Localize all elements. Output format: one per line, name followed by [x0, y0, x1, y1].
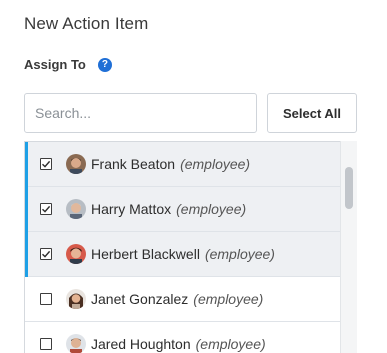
- employee-role: (employee): [180, 156, 251, 172]
- employee-name: Jared Houghton: [91, 336, 191, 352]
- checkbox-checked-icon[interactable]: [40, 203, 52, 215]
- assign-to-label: Assign To: [24, 57, 86, 72]
- employee-role: (employee): [204, 246, 275, 262]
- avatar: [66, 244, 86, 264]
- employee-name: Herbert Blackwell: [91, 246, 200, 262]
- employee-name: Harry Mattox: [91, 201, 172, 217]
- employee-list-item[interactable]: Frank Beaton (employee): [25, 142, 356, 187]
- employee-name: Frank Beaton: [91, 156, 176, 172]
- assign-to-row: Assign To ?: [24, 57, 112, 72]
- checkbox-checked-icon[interactable]: [40, 158, 52, 170]
- select-all-button[interactable]: Select All: [267, 93, 357, 133]
- avatar: [66, 289, 86, 309]
- scrollbar-thumb[interactable]: [345, 167, 353, 209]
- checkbox-unchecked-icon[interactable]: [40, 338, 52, 350]
- search-input[interactable]: [24, 93, 257, 133]
- checkbox-checked-icon[interactable]: [40, 248, 52, 260]
- help-icon[interactable]: ?: [97, 57, 112, 72]
- avatar: [66, 154, 86, 174]
- employee-list-item[interactable]: Harry Mattox (employee): [25, 187, 356, 232]
- employee-list-item[interactable]: Herbert Blackwell (employee): [25, 232, 356, 277]
- employee-role: (employee): [195, 336, 266, 352]
- employee-role: (employee): [193, 291, 264, 307]
- employee-name: Janet Gonzalez: [91, 291, 189, 307]
- employee-list-item[interactable]: Janet Gonzalez (employee): [25, 277, 356, 322]
- employee-list-item[interactable]: Jared Houghton (employee): [25, 322, 356, 353]
- list-scrollbar[interactable]: [340, 141, 357, 353]
- avatar: [66, 199, 86, 219]
- checkbox-unchecked-icon[interactable]: [40, 293, 52, 305]
- dialog-title: New Action Item: [24, 14, 149, 33]
- employee-list[interactable]: Frank Beaton (employee) Harry Mattox (em…: [24, 141, 357, 353]
- avatar: [66, 334, 86, 353]
- employee-role: (employee): [176, 201, 247, 217]
